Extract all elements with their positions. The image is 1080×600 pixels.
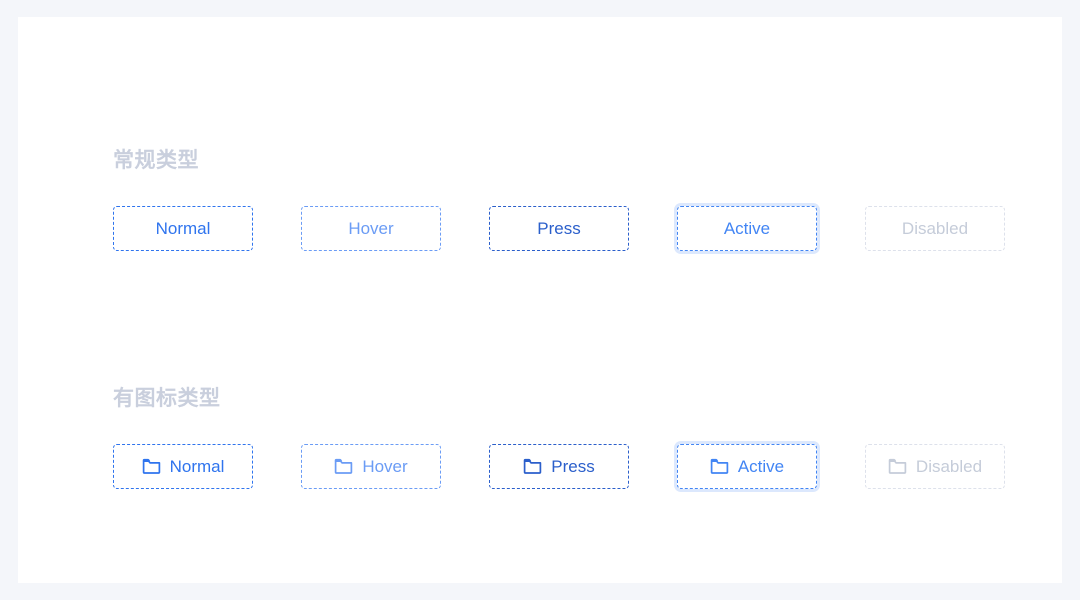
button-row-icon-type: Normal Hover Press Active Disabled xyxy=(113,444,1005,489)
button-disabled: Disabled xyxy=(865,206,1005,251)
screen-root: 常规类型 Normal Hover Press Active Disabled … xyxy=(0,0,1080,600)
icon-button-normal[interactable]: Normal xyxy=(113,444,253,489)
folder-icon xyxy=(710,457,729,476)
button-label: Press xyxy=(551,457,595,476)
button-label: Hover xyxy=(348,219,394,238)
button-label: Hover xyxy=(362,457,408,476)
folder-icon xyxy=(334,457,353,476)
section-title-normal-type: 常规类型 xyxy=(113,149,199,172)
button-label: Disabled xyxy=(915,457,983,476)
section-title-icon-type: 有图标类型 xyxy=(113,387,221,410)
folder-icon xyxy=(523,457,542,476)
button-hover[interactable]: Hover xyxy=(301,206,441,251)
folder-icon xyxy=(142,457,161,476)
button-label: Disabled xyxy=(901,219,969,238)
icon-button-press[interactable]: Press xyxy=(489,444,629,489)
folder-icon xyxy=(888,457,907,476)
button-label: Active xyxy=(723,219,771,238)
content-card: 常规类型 Normal Hover Press Active Disabled … xyxy=(18,17,1062,583)
button-label: Normal xyxy=(169,457,225,476)
button-label: Press xyxy=(537,219,581,238)
button-press[interactable]: Press xyxy=(489,206,629,251)
button-label: Active xyxy=(737,457,785,476)
button-row-normal-type: Normal Hover Press Active Disabled xyxy=(113,206,1005,251)
icon-button-disabled: Disabled xyxy=(865,444,1005,489)
icon-button-active[interactable]: Active xyxy=(677,444,817,489)
button-normal[interactable]: Normal xyxy=(113,206,253,251)
button-active[interactable]: Active xyxy=(677,206,817,251)
button-label: Normal xyxy=(155,219,211,238)
icon-button-hover[interactable]: Hover xyxy=(301,444,441,489)
